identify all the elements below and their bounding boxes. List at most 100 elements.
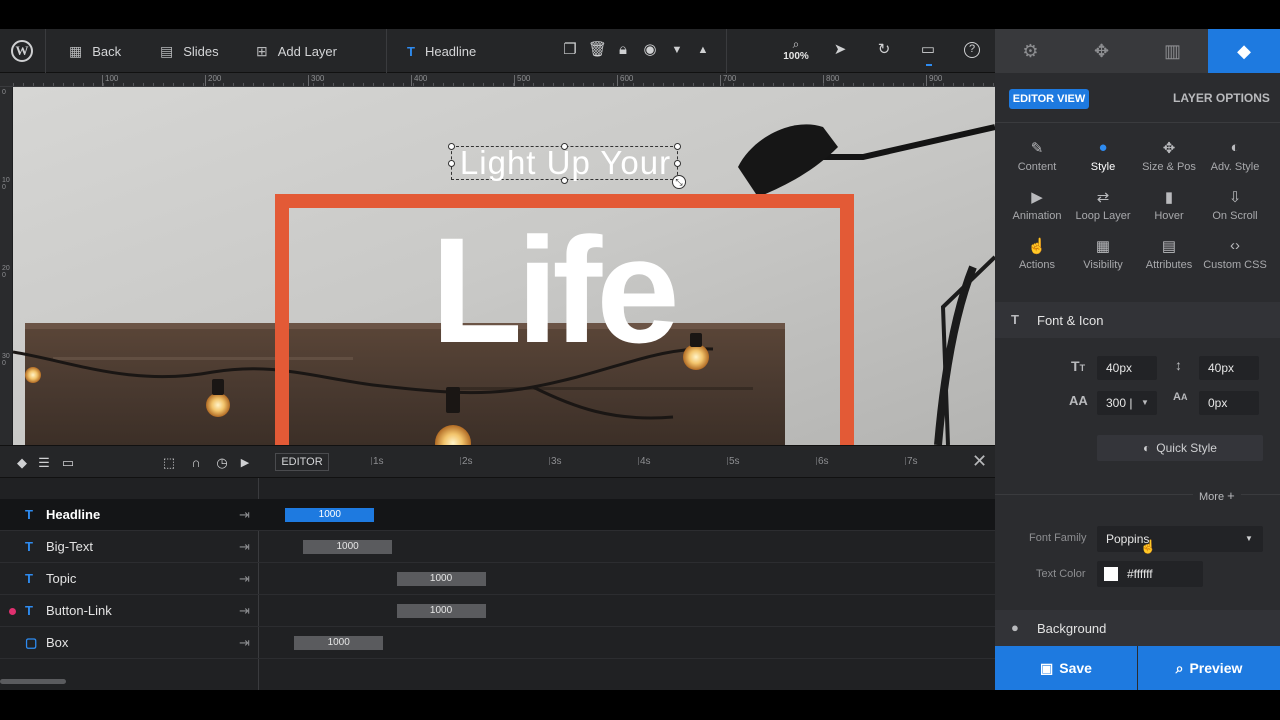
line-height-input[interactable]: 40px — [1199, 356, 1259, 380]
preview-button[interactable]: ⌕ Preview — [1138, 646, 1280, 690]
headline-layer[interactable]: Light Up Your ⤡ — [448, 143, 686, 189]
back-button[interactable]: ▦ Back — [69, 29, 121, 73]
desktop-view-icon[interactable]: ▭ — [919, 41, 937, 59]
ruler-minor-tick — [43, 83, 44, 86]
option-adv-style[interactable]: ◐ Adv. Style — [1202, 139, 1268, 173]
help-icon[interactable]: ? — [964, 42, 980, 58]
resize-handle[interactable] — [448, 143, 455, 150]
ruler-minor-tick — [813, 83, 814, 86]
move-down-icon[interactable]: ▼ — [668, 41, 686, 59]
lock-icon[interactable]: 🔒︎ — [614, 41, 632, 59]
font-section-label: Font & Icon — [1037, 313, 1104, 328]
resize-handle[interactable] — [561, 177, 568, 184]
color-swatch[interactable] — [1104, 567, 1118, 581]
letter-spacing-input[interactable]: 0px — [1199, 391, 1259, 415]
layer-name: Box — [46, 635, 69, 650]
layer-options-label[interactable]: LAYER OPTIONS — [1173, 91, 1270, 105]
option-label: Attributes — [1145, 259, 1193, 271]
editor-view-badge[interactable]: EDITOR VIEW — [1009, 89, 1089, 109]
expand-arrow-icon[interactable]: ⇥ — [239, 531, 250, 563]
expand-arrow-icon[interactable]: ⇥ — [239, 499, 250, 531]
timeline-layer-row[interactable]: T Button-Link ⇥ 1000 — [0, 595, 995, 627]
slides-settings-icon[interactable]: ▥ — [1137, 29, 1208, 73]
ruler-minor-tick — [293, 83, 294, 86]
option-on-scroll[interactable]: ⇩ On Scroll — [1202, 188, 1268, 222]
option-loop-layer[interactable]: ⇄ Loop Layer — [1070, 188, 1136, 222]
layer-duration-bar[interactable]: 1000 — [303, 540, 393, 554]
font-weight-select[interactable]: 300 | ▼ — [1097, 391, 1157, 415]
layer-name: Topic — [46, 571, 77, 586]
save-button[interactable]: ▣ Save — [995, 646, 1137, 690]
text-color-input[interactable]: #ffffff — [1097, 561, 1203, 587]
layer-duration-bar[interactable]: 1000 — [294, 636, 384, 650]
gear-icon[interactable]: ⚙ — [995, 29, 1066, 73]
mouse-icon: ▮ — [1164, 189, 1174, 206]
current-layer-selector[interactable]: T Headline — [407, 29, 476, 73]
timeline-layer-row[interactable]: T Headline ⇥ 1000 — [0, 499, 995, 531]
timeline-layer-row[interactable]: T Big-Text ⇥ 1000 — [0, 531, 995, 563]
font-section-header[interactable]: T Font & Icon — [995, 302, 1280, 338]
timeline-layer-row[interactable]: ▢ Box ⇥ 1000 — [0, 627, 995, 659]
ruler-minor-tick — [563, 83, 564, 86]
navigation-icon[interactable]: ✥ — [1066, 29, 1137, 73]
back-label: Back — [92, 43, 122, 59]
expand-arrow-icon[interactable]: ⇥ — [239, 563, 250, 595]
layer-duration-bar[interactable]: 1000 — [396, 572, 486, 586]
ruler-minor-tick — [883, 83, 884, 86]
option-label: Size & Pos — [1142, 161, 1196, 173]
more-options-button[interactable]: More + — [1193, 488, 1241, 503]
option-hover[interactable]: ▮ Hover — [1136, 188, 1202, 222]
option-style[interactable]: ● Style — [1070, 139, 1136, 173]
option-custom-css[interactable]: ‹› Custom CSS — [1202, 237, 1268, 271]
ruler-minor-tick — [313, 83, 314, 86]
ruler-minor-tick — [853, 83, 854, 86]
eye-icon[interactable]: ◉ — [641, 41, 659, 59]
document-icon: ▤ — [1161, 238, 1177, 255]
layer-duration-bar[interactable]: 1000 — [285, 508, 375, 522]
zoom-control[interactable]: ⌕ 100% — [780, 38, 812, 63]
resize-handle[interactable] — [674, 160, 681, 167]
resize-handle[interactable] — [561, 143, 568, 150]
plus-icon: + — [1227, 488, 1235, 503]
font-family-select[interactable]: Poppins ▼ — [1097, 526, 1263, 552]
move-up-icon[interactable]: ▲ — [694, 41, 712, 59]
option-visibility[interactable]: ▦ Visibility — [1070, 237, 1136, 271]
ruler-minor-tick — [873, 83, 874, 86]
duplicate-icon[interactable]: ❐ — [561, 41, 579, 59]
layers-tab-icon[interactable]: ◆ — [1208, 29, 1280, 73]
close-timeline-icon[interactable]: ✕ — [972, 451, 987, 472]
timeline-layer-row[interactable]: T Topic ⇥ 1000 — [0, 563, 995, 595]
font-size-input[interactable]: 40px — [1097, 356, 1157, 380]
horizontal-scrollbar[interactable] — [0, 679, 66, 684]
option-actions[interactable]: ☝ Actions — [1004, 237, 1070, 271]
ruler-minor-tick — [353, 83, 354, 86]
scale-handle-icon[interactable]: ⤡ — [672, 175, 686, 189]
ruler-tick-label: 800 — [826, 74, 840, 83]
option-content[interactable]: ✎ Content — [1004, 139, 1070, 173]
slides-button[interactable]: ▤ Slides — [160, 29, 219, 73]
undo-icon[interactable]: ↻ — [875, 41, 893, 59]
ruler-minor-tick — [683, 83, 684, 86]
slide-canvas[interactable]: Life Light Up Your ⤡ — [13, 87, 995, 445]
ruler-minor-tick — [223, 83, 224, 86]
cursor-icon[interactable]: ➤ — [831, 41, 849, 59]
option-animation[interactable]: ▶ Animation — [1004, 188, 1070, 222]
big-text-layer[interactable]: Life — [431, 215, 751, 365]
resize-handle[interactable] — [674, 143, 681, 150]
expand-arrow-icon[interactable]: ⇥ — [239, 627, 250, 659]
background-section-header[interactable]: ● Background — [995, 610, 1280, 646]
add-layer-button[interactable]: ⊞ Add Layer — [256, 29, 337, 73]
option-size-pos[interactable]: ✥ Size & Pos — [1136, 139, 1202, 173]
expand-arrow-icon[interactable]: ⇥ — [239, 595, 250, 627]
trash-icon[interactable]: 🗑︎ — [588, 41, 607, 59]
ruler-tick-label: 100 — [105, 74, 119, 83]
option-attributes[interactable]: ▤ Attributes — [1136, 237, 1202, 271]
ruler-minor-tick — [133, 83, 134, 86]
action-indicator-icon — [9, 608, 16, 615]
quick-style-button[interactable]: ◐ Quick Style — [1097, 435, 1263, 461]
vruler-tick-label: 100 — [2, 177, 10, 191]
mouse-cursor-icon: ☝ — [1140, 539, 1157, 554]
wordpress-logo-icon[interactable]: W — [11, 40, 33, 62]
resize-handle[interactable] — [448, 160, 455, 167]
layer-duration-bar[interactable]: 1000 — [396, 604, 486, 618]
